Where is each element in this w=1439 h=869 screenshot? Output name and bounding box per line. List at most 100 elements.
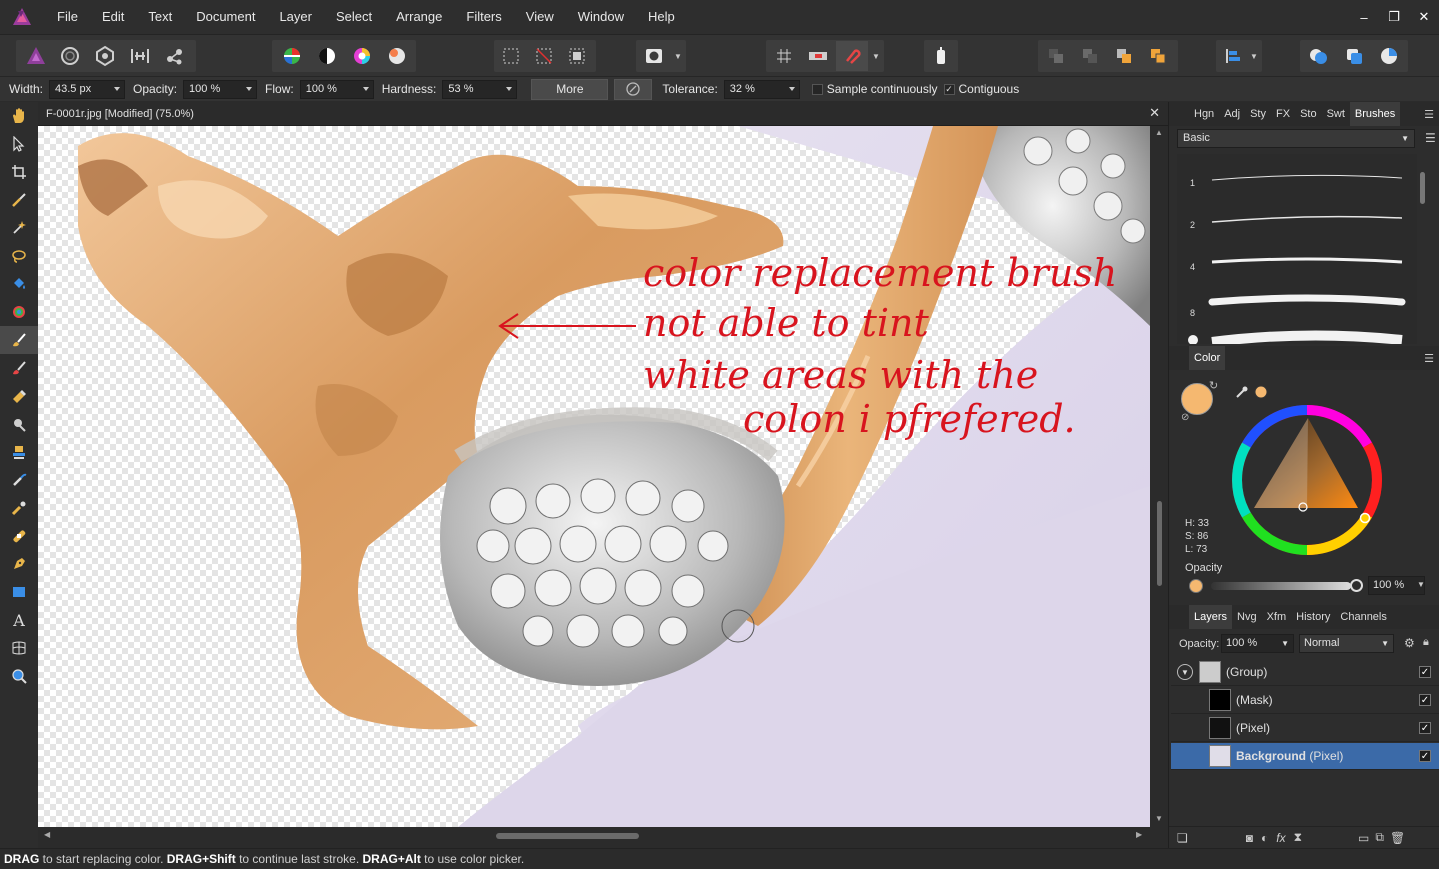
zoom-tool-icon[interactable] bbox=[0, 662, 38, 690]
smudge-brush-icon[interactable] bbox=[0, 466, 38, 494]
chevron-down-icon[interactable] bbox=[362, 86, 369, 91]
tab-adjustments[interactable]: Adj bbox=[1219, 102, 1245, 126]
paint-brush-icon[interactable] bbox=[0, 354, 38, 382]
layer-visibility-checkbox[interactable]: ✓ bbox=[1419, 722, 1431, 734]
mask-icon[interactable] bbox=[802, 41, 834, 71]
assistant-icon[interactable] bbox=[925, 41, 957, 71]
brush-item[interactable] bbox=[1177, 328, 1417, 344]
chevron-down-icon[interactable] bbox=[246, 86, 253, 91]
erase-brush-icon[interactable] bbox=[0, 382, 38, 410]
delete-layer-icon[interactable]: 🗑︎ bbox=[1390, 831, 1405, 845]
menu-filters[interactable]: Filters bbox=[454, 0, 513, 34]
chevron-down-icon[interactable]: ▼ bbox=[870, 41, 882, 71]
chevron-down-icon[interactable]: ▼ bbox=[1417, 580, 1425, 589]
menu-help[interactable]: Help bbox=[636, 0, 687, 34]
brush-list-scrollbar[interactable] bbox=[1419, 157, 1427, 342]
scroll-up-icon[interactable]: ▲ bbox=[1155, 128, 1163, 137]
flow-field[interactable]: 100 % bbox=[299, 79, 374, 99]
affinity-photo-logo-icon[interactable] bbox=[0, 0, 44, 34]
chevron-down-icon[interactable] bbox=[506, 86, 513, 91]
chevron-down-icon[interactable]: ▼ bbox=[1381, 635, 1389, 652]
hardness-field[interactable]: 53 % bbox=[442, 79, 518, 99]
tab-effects[interactable]: FX bbox=[1271, 102, 1295, 126]
horizontal-scrollbar[interactable]: ◀ ▶ bbox=[38, 827, 1150, 845]
adjustment-layer-icon[interactable]: ◐ bbox=[1261, 831, 1268, 845]
recolor-icon[interactable] bbox=[381, 41, 413, 71]
color-wheel[interactable] bbox=[1227, 400, 1387, 560]
more-button[interactable]: More bbox=[531, 78, 609, 100]
horizontal-scrollbar-thumb[interactable] bbox=[496, 833, 639, 839]
tab-navigator[interactable]: Nvg bbox=[1232, 605, 1262, 629]
text-tool-icon[interactable]: A bbox=[0, 606, 38, 634]
freehand-selection-icon[interactable] bbox=[0, 242, 38, 270]
hand-tool-icon[interactable] bbox=[0, 102, 38, 130]
close-document-icon[interactable]: ✕ bbox=[1149, 105, 1160, 121]
menu-window[interactable]: Window bbox=[566, 0, 636, 34]
add-pixel-layer-icon[interactable]: ⧉ bbox=[1375, 830, 1384, 845]
color-replacement-brush-icon[interactable] bbox=[0, 326, 38, 354]
opacity-slider[interactable] bbox=[1211, 582, 1351, 590]
close-window-button[interactable]: ✕ bbox=[1409, 2, 1439, 32]
move-to-back-icon[interactable] bbox=[1040, 41, 1072, 71]
brush-item[interactable]: 2 bbox=[1177, 202, 1417, 244]
chevron-down-icon[interactable]: ▼ bbox=[672, 41, 684, 71]
scroll-right-icon[interactable]: ▶ bbox=[1136, 830, 1142, 839]
pressure-icon[interactable] bbox=[614, 78, 653, 100]
liquify-persona-icon[interactable] bbox=[54, 41, 86, 71]
panel-menu-icon[interactable]: ☰ bbox=[1424, 352, 1434, 365]
layer-visibility-checkbox[interactable]: ✓ bbox=[1419, 694, 1431, 706]
tolerance-field[interactable]: 32 % bbox=[723, 79, 800, 99]
invert-selection-icon[interactable] bbox=[562, 41, 592, 71]
healing-brush-icon[interactable] bbox=[0, 522, 38, 550]
layer-visibility-checkbox[interactable]: ✓ bbox=[1419, 666, 1431, 678]
photo-persona-icon[interactable] bbox=[20, 41, 52, 71]
restore-button[interactable]: ❐ bbox=[1379, 2, 1409, 32]
add-shape-icon[interactable] bbox=[1302, 41, 1334, 71]
clone-brush-icon[interactable] bbox=[0, 438, 38, 466]
tab-transform[interactable]: Xfm bbox=[1262, 605, 1292, 629]
quick-mask-icon[interactable] bbox=[638, 41, 670, 71]
crop-tool-icon[interactable] bbox=[0, 158, 38, 186]
tab-history[interactable]: History bbox=[1291, 605, 1335, 629]
brush-item[interactable]: 8 bbox=[1177, 286, 1417, 328]
tab-brushes[interactable]: Brushes bbox=[1349, 102, 1401, 126]
levels-icon[interactable] bbox=[276, 41, 308, 71]
tab-swatches[interactable]: Swt bbox=[1322, 102, 1350, 126]
move-back-one-icon[interactable] bbox=[1074, 41, 1106, 71]
lock-icon[interactable]: 🔒︎ bbox=[1423, 636, 1429, 649]
chevron-down-icon[interactable] bbox=[114, 86, 121, 91]
layer-row-group[interactable]: ▼ (Group) ✓ bbox=[1171, 659, 1439, 686]
flood-fill-icon[interactable] bbox=[0, 270, 38, 298]
contiguous-checkbox[interactable]: ✓ bbox=[943, 83, 955, 95]
document-tab[interactable]: F-0001r.jpg [Modified] (75.0%) ✕ bbox=[38, 102, 1168, 126]
scroll-left-icon[interactable]: ◀ bbox=[44, 830, 50, 839]
opacity-slider-handle[interactable] bbox=[1350, 579, 1363, 592]
grid-icon[interactable] bbox=[768, 41, 800, 71]
tab-styles[interactable]: Sty bbox=[1245, 102, 1271, 126]
document-canvas[interactable]: color replacement brush not able to tint… bbox=[38, 126, 1150, 827]
brush-item[interactable]: 1 bbox=[1177, 160, 1417, 202]
deselect-icon[interactable] bbox=[529, 41, 559, 71]
tab-color[interactable]: Color bbox=[1189, 346, 1226, 370]
align-left-icon[interactable] bbox=[1218, 41, 1248, 71]
subtract-shape-icon[interactable] bbox=[1338, 41, 1370, 71]
vertical-scrollbar-thumb[interactable] bbox=[1157, 501, 1162, 586]
select-all-icon[interactable] bbox=[496, 41, 526, 71]
flood-select-icon[interactable] bbox=[0, 214, 38, 242]
minimize-button[interactable]: – bbox=[1349, 2, 1379, 32]
color-picker-icon[interactable] bbox=[1233, 382, 1273, 402]
scroll-down-icon[interactable]: ▼ bbox=[1155, 814, 1163, 823]
tab-stock[interactable]: Sto bbox=[1295, 102, 1322, 126]
fill-layer-icon[interactable]: ⧗ bbox=[1294, 830, 1302, 845]
tone-mapping-persona-icon[interactable] bbox=[124, 41, 156, 71]
chevron-down-icon[interactable]: ▼ bbox=[1281, 635, 1289, 652]
add-mask-icon[interactable]: ◙ bbox=[1246, 831, 1253, 845]
menu-text[interactable]: Text bbox=[136, 0, 184, 34]
move-to-front-icon[interactable] bbox=[1142, 41, 1174, 71]
menu-select[interactable]: Select bbox=[324, 0, 384, 34]
menu-arrange[interactable]: Arrange bbox=[384, 0, 454, 34]
menu-document[interactable]: Document bbox=[184, 0, 267, 34]
layer-row-mask[interactable]: (Mask) ✓ bbox=[1171, 687, 1439, 714]
layer-row-pixel[interactable]: (Pixel) ✓ bbox=[1171, 715, 1439, 742]
menu-view[interactable]: View bbox=[514, 0, 566, 34]
